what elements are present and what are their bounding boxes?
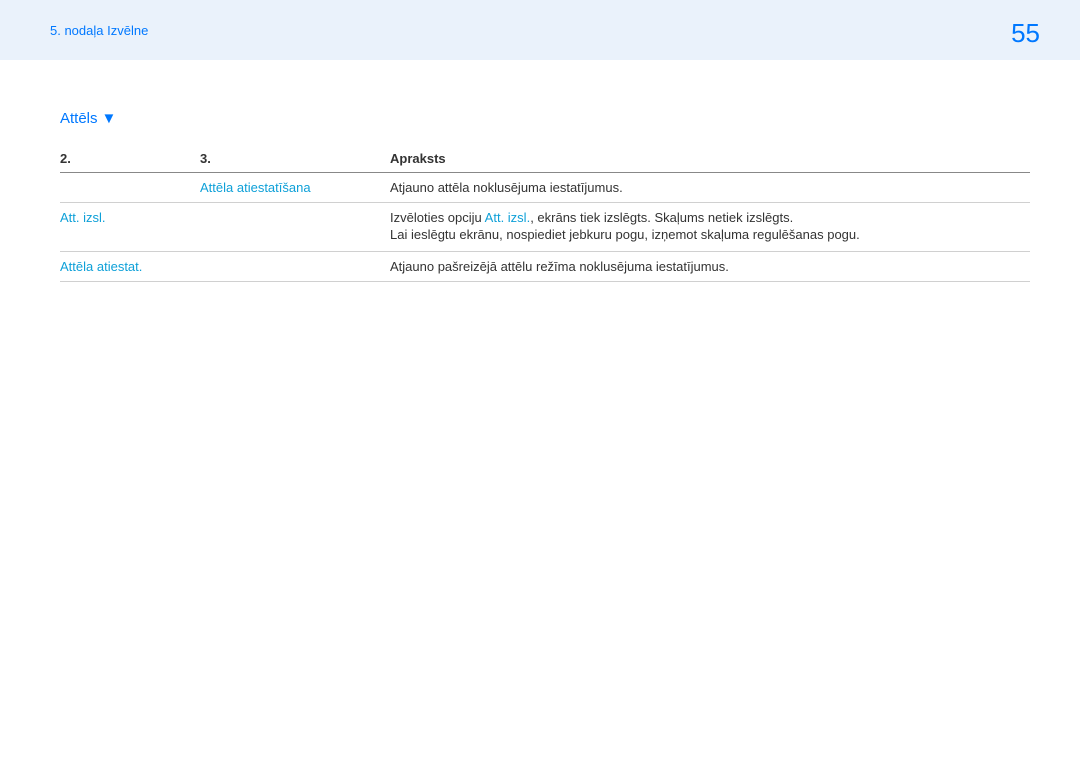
table-row: Attēla atiestatīšana Atjauno attēla nokl…: [60, 173, 1030, 203]
cell-col2: Att. izsl.: [60, 203, 200, 252]
table-row: Attēla atiestat. Atjauno pašreizējā attē…: [60, 252, 1030, 282]
cell-col3: Attēla atiestatīšana: [200, 173, 390, 203]
desc-line2: Lai ieslēgtu ekrānu, nospiediet jebkuru …: [390, 227, 1024, 242]
cell-desc: Atjauno attēla noklusējuma iestatījumus.: [390, 173, 1030, 203]
section-title-text: Attēls: [60, 110, 98, 127]
page-number: 55: [1011, 18, 1040, 49]
cell-desc: Atjauno pašreizējā attēlu režīma noklusē…: [390, 252, 1030, 282]
triangle-down-icon: ▼: [102, 110, 117, 127]
section-title[interactable]: Attēls ▼: [60, 110, 1030, 127]
table-header-row: 2. 3. Apraksts: [60, 145, 1030, 173]
col-header-2: 2.: [60, 145, 200, 173]
col-header-desc: Apraksts: [390, 145, 1030, 173]
desc-line: Izvēloties opciju Att. izsl., ekrāns tie…: [390, 210, 1024, 225]
col-header-3: 3.: [200, 145, 390, 173]
desc-inline-option: Att. izsl.: [485, 210, 531, 225]
desc-suffix: , ekrāns tiek izslēgts. Skaļums netiek i…: [530, 210, 793, 225]
cell-desc: Izvēloties opciju Att. izsl., ekrāns tie…: [390, 203, 1030, 252]
cell-col2: Attēla atiestat.: [60, 252, 200, 282]
cell-col2: [60, 173, 200, 203]
cell-col3: [200, 203, 390, 252]
settings-table: 2. 3. Apraksts Attēla atiestatīšana Atja…: [60, 145, 1030, 282]
content-area: Attēls ▼ 2. 3. Apraksts Attēla atiestatī…: [0, 60, 1080, 282]
cell-col3: [200, 252, 390, 282]
header-bar: 5. nodaļa Izvēlne 55: [0, 0, 1080, 60]
table-row: Att. izsl. Izvēloties opciju Att. izsl.,…: [60, 203, 1030, 252]
breadcrumb[interactable]: 5. nodaļa Izvēlne: [50, 23, 148, 38]
desc-prefix: Izvēloties opciju: [390, 210, 485, 225]
